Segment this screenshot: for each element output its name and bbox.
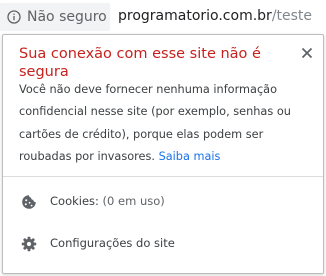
cookie-icon bbox=[22, 195, 36, 209]
omnibox: Não seguro programatorio.com.br/teste bbox=[0, 0, 326, 34]
page-info-popup: Sua conexão com esse site não é segura V… bbox=[2, 34, 324, 274]
site-info-chip[interactable]: Não seguro bbox=[0, 3, 110, 31]
gear-icon bbox=[21, 236, 37, 252]
popup-body-text: Você não deve fornecer nenhuma informaçã… bbox=[19, 83, 291, 163]
popup-title: Sua conexão com esse site não é segura bbox=[19, 46, 261, 80]
close-icon[interactable] bbox=[299, 45, 315, 61]
cookies-row[interactable]: Cookies: (0 em uso) bbox=[3, 184, 323, 220]
info-icon bbox=[7, 10, 21, 24]
url-path: /teste bbox=[271, 8, 313, 24]
security-status-label: Não seguro bbox=[27, 9, 107, 25]
cookies-label-text: Cookies: bbox=[50, 194, 99, 208]
cookies-count: (0 em uso) bbox=[98, 194, 165, 208]
cookies-label: Cookies: (0 em uso) bbox=[50, 194, 165, 208]
learn-more-link[interactable]: Saiba mais bbox=[159, 150, 221, 163]
site-settings-row[interactable]: Configurações do site bbox=[3, 226, 323, 262]
popup-description: Você não deve fornecer nenhuma informaçã… bbox=[19, 79, 315, 168]
divider bbox=[3, 176, 323, 177]
site-settings-label: Configurações do site bbox=[50, 236, 175, 250]
url-text[interactable]: programatorio.com.br/teste bbox=[118, 8, 312, 24]
url-host: programatorio.com.br bbox=[118, 8, 272, 24]
